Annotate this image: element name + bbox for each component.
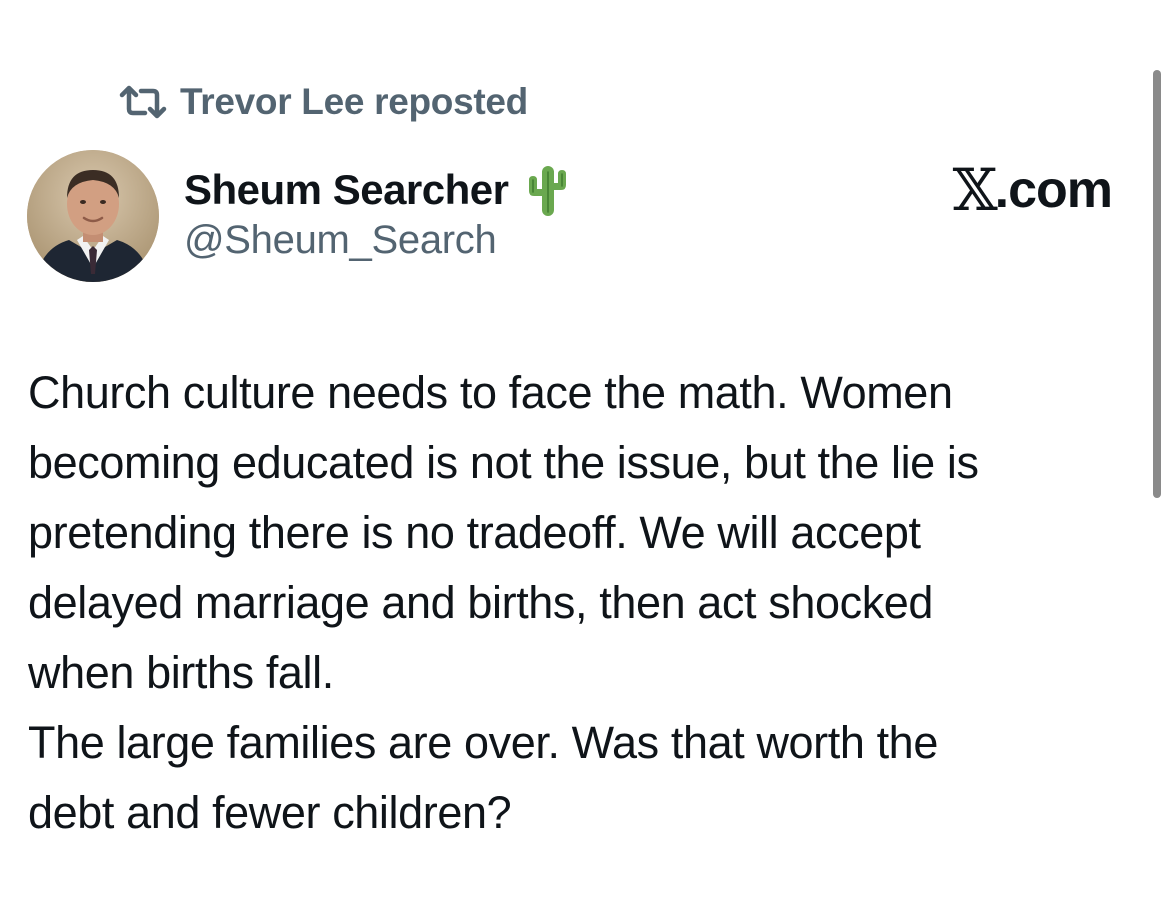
repost-icon (119, 85, 167, 119)
x-logo-icon: 𝕏 (952, 156, 998, 224)
tweet-line: when births fall. (28, 647, 334, 698)
avatar[interactable] (27, 150, 159, 282)
tweet-text: Church culture needs to face the math. W… (28, 358, 1138, 848)
tweet-line: pretending there is no tradeoff. We will… (28, 507, 921, 558)
tweet-line: The large families are over. Was that wo… (28, 717, 938, 768)
brand-domain: .com (994, 161, 1113, 219)
author-name-row[interactable]: Sheum Searcher (184, 160, 571, 220)
author-display-name[interactable]: Sheum Searcher (184, 166, 509, 214)
repost-header[interactable]: Trevor Lee reposted (118, 78, 528, 126)
author-handle[interactable]: @Sheum_Search (184, 218, 497, 263)
repost-label[interactable]: Trevor Lee reposted (180, 81, 528, 123)
cactus-icon (528, 166, 566, 216)
tweet-line: Church culture needs to face the math. W… (28, 367, 953, 418)
x-brand-watermark: 𝕏 .com (953, 156, 1113, 224)
scrollbar[interactable] (1153, 70, 1161, 498)
tweet-line: becoming educated is not the issue, but … (28, 437, 979, 488)
avatar-image (27, 150, 159, 282)
tweet-line: delayed marriage and births, then act sh… (28, 577, 934, 628)
tweet-line: debt and fewer children? (28, 787, 512, 838)
